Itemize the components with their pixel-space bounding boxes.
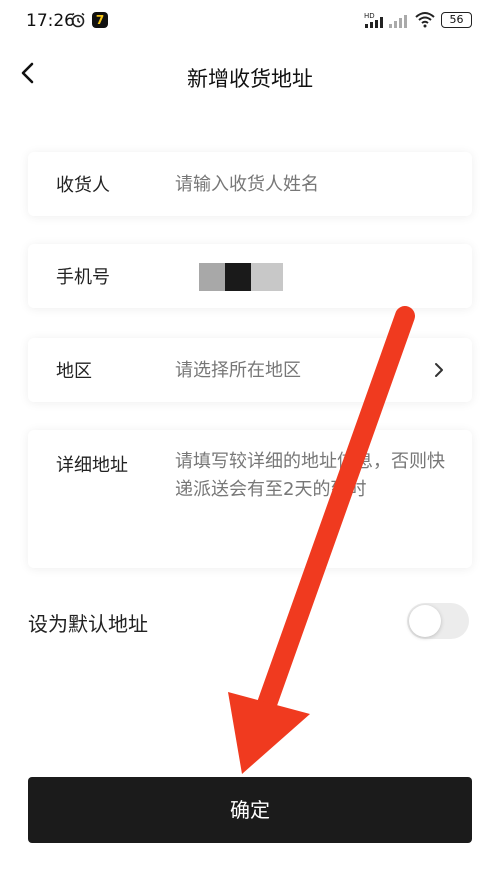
header: 新增收货地址: [0, 48, 500, 104]
consignee-input[interactable]: [175, 169, 452, 199]
page-title: 新增收货地址: [187, 67, 313, 91]
consignee-row: 收货人: [28, 152, 472, 216]
status-bar: 17:26 7 HD 56: [0, 0, 500, 44]
app-badge-icon: 7: [92, 12, 108, 28]
address-row: 详细地址: [28, 430, 472, 568]
wifi-icon: [415, 12, 435, 28]
address-label: 详细地址: [56, 455, 128, 476]
signal-icon: [389, 15, 407, 28]
svg-text:HD: HD: [364, 12, 375, 20]
region-select[interactable]: [175, 355, 424, 385]
default-address-label: 设为默认地址: [28, 612, 148, 636]
status-time: 17:26: [26, 11, 75, 31]
alarm-icon: [71, 12, 85, 28]
battery-icon: 56: [441, 12, 472, 28]
phone-label: 手机号: [56, 267, 110, 288]
consignee-label: 收货人: [56, 175, 110, 196]
region-row[interactable]: 地区: [28, 338, 472, 402]
signal-hd-icon: HD: [364, 12, 383, 28]
toggle-knob: [409, 605, 441, 637]
region-label: 地区: [56, 361, 92, 382]
default-address-toggle[interactable]: [407, 603, 469, 639]
chevron-right-icon[interactable]: [432, 360, 446, 380]
phone-row: 手机号: [28, 244, 472, 308]
confirm-button[interactable]: 确定: [28, 777, 472, 843]
phone-input[interactable]: [199, 263, 283, 291]
address-textarea[interactable]: [175, 448, 453, 548]
